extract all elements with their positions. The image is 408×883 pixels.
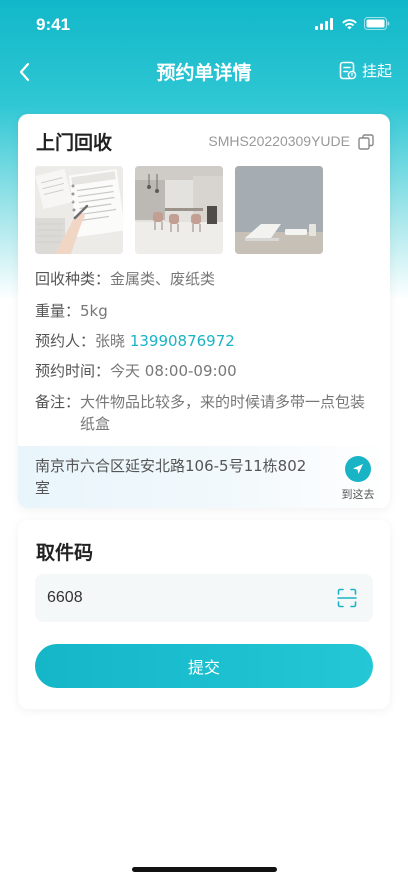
appointment-time-row: 预约时间：今天 08:00-09:00 — [35, 360, 237, 382]
navigation-arrow-icon — [345, 456, 371, 482]
booker-label: 预约人： — [35, 332, 96, 350]
order-type-title: 上门回收 — [36, 132, 113, 154]
photo-gallery — [35, 166, 323, 254]
status-icons — [315, 17, 390, 30]
booker-phone-link[interactable]: 13990876972 — [130, 332, 235, 350]
battery-icon — [364, 17, 390, 30]
home-indicator — [132, 867, 277, 872]
photo-laptop-desk[interactable] — [235, 166, 323, 254]
recycle-type-value: 金属类、废纸类 — [110, 270, 216, 288]
signal-icon — [315, 17, 333, 30]
scan-icon[interactable] — [337, 588, 357, 608]
order-detail-card: 上门回收 SMHS20220309YUDE 回收种类：金属类、废纸类 重量：5k… — [18, 114, 390, 508]
suspend-icon — [339, 61, 357, 80]
appointment-time-value: 今天 08:00-09:00 — [110, 362, 237, 380]
pickup-code-card: 取件码 提交 — [18, 520, 390, 709]
note-row: 备注： 大件物品比较多，来的时候请多带一点包装纸盒 — [35, 391, 380, 435]
suspend-button[interactable]: 挂起 — [339, 60, 392, 81]
address-section: 南京市六合区延安北路106-5号11栋802室 到这去 — [18, 446, 390, 508]
status-time: 9:41 — [36, 15, 71, 34]
address-text: 南京市六合区延安北路106-5号11栋802室 — [35, 457, 307, 497]
recycle-type-row: 回收种类：金属类、废纸类 — [35, 268, 215, 290]
note-label: 备注： — [35, 393, 81, 411]
pickup-code-input[interactable] — [35, 574, 373, 622]
wifi-icon — [342, 18, 357, 29]
office-illustration — [135, 166, 223, 254]
photo-notebook[interactable] — [35, 166, 123, 254]
order-number: SMHS20220309YUDE — [208, 133, 350, 149]
booker-row: 预约人：张晓 13990876972 — [35, 330, 235, 352]
recycle-type-label: 回收种类： — [35, 270, 111, 288]
status-bar: 9:41 — [0, 0, 408, 50]
photo-office-interior[interactable] — [135, 166, 223, 254]
copy-icon[interactable] — [358, 134, 374, 150]
booker-name: 张晓 — [95, 332, 126, 350]
navigate-button[interactable]: 到这去 — [338, 456, 378, 502]
weight-value: 5kg — [80, 302, 108, 320]
pickup-code-title: 取件码 — [36, 542, 94, 564]
notebook-illustration — [35, 166, 123, 254]
navigate-label: 到这去 — [341, 488, 375, 501]
laptop-illustration — [235, 166, 323, 254]
suspend-label: 挂起 — [361, 62, 392, 80]
nav-bar: 预约单详情 挂起 — [0, 50, 408, 94]
submit-button[interactable]: 提交 — [35, 644, 373, 688]
appointment-time-label: 预约时间： — [35, 362, 111, 380]
note-value: 大件物品比较多，来的时候请多带一点包装纸盒 — [80, 393, 366, 433]
weight-row: 重量：5kg — [35, 300, 108, 322]
weight-label: 重量： — [35, 302, 81, 320]
